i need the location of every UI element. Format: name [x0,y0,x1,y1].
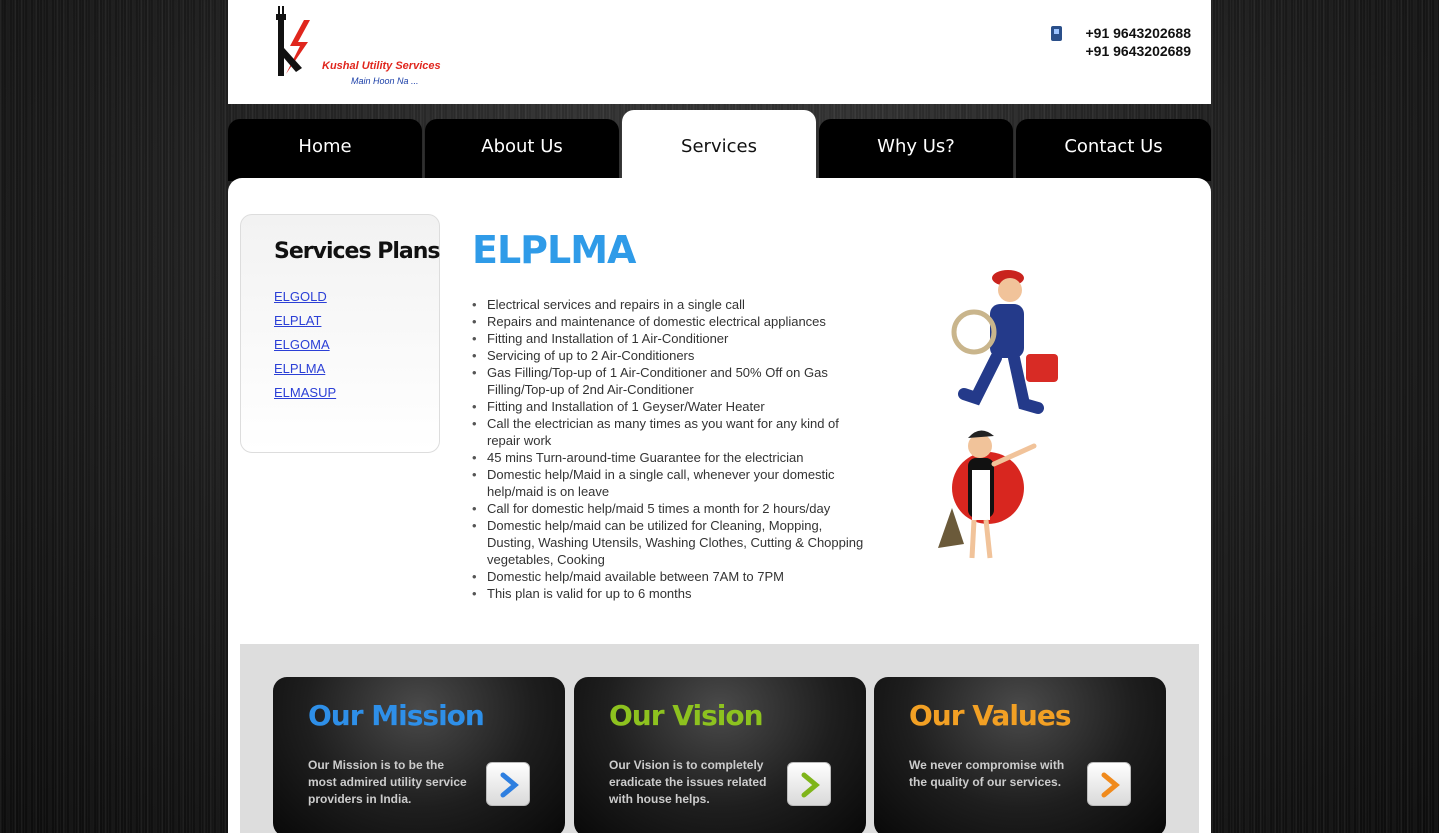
illustrations [918,258,1078,578]
plug-bolt-logo-icon [276,6,310,76]
plan-item-elplat: ELPLAT [274,309,336,333]
feature-item: Fitting and Installation of 1 Air-Condit… [472,330,872,347]
nav-tab-why-us[interactable]: Why Us? [819,119,1013,181]
vision-panel: Our Vision Our Vision is to completely e… [574,677,866,833]
plan-link-elgold[interactable]: ELGOLD [274,289,327,304]
feature-item: 45 mins Turn-around-time Guarantee for t… [472,449,872,466]
feature-item: Domestic help/maid can be utilized for C… [472,517,872,568]
electrician-figure [951,270,1066,414]
logo-tagline: Main Hoon Na ... [351,76,419,86]
plan-details: ELPLMA Electrical services and repairs i… [472,228,872,602]
phone-number-1: +91 9643202688 [1085,25,1192,41]
services-plans-sidebar: Services Plans ELGOLD ELPLAT ELGOMA ELPL… [240,214,440,453]
page-wrapper: Kushal Utility Services Main Hoon Na ...… [228,0,1211,833]
plan-item-elgoma: ELGOMA [274,333,336,357]
nav-tab-contact-us[interactable]: Contact Us [1016,119,1211,181]
feature-item: Servicing of up to 2 Air-Conditioners [472,347,872,364]
feature-item: Fitting and Installation of 1 Geyser/Wat… [472,398,872,415]
vision-title: Our Vision [609,699,764,732]
feature-item: Call for domestic help/maid 5 times a mo… [472,500,872,517]
feature-item: Electrical services and repairs in a sin… [472,296,872,313]
electrician-and-maid-illustration [938,270,1066,559]
plan-title: ELPLMA [472,228,636,272]
feature-item: Domestic help/maid available between 7AM… [472,568,872,585]
feature-item: Domestic help/Maid in a single call, whe… [472,466,872,500]
main-content: Services Plans ELGOLD ELPLAT ELGOMA ELPL… [228,178,1211,833]
values-title: Our Values [909,699,1072,732]
plan-item-elplma: ELPLMA [274,357,336,381]
feature-item: Gas Filling/Top-up of 1 Air-Conditioner … [472,364,872,398]
sidebar-title: Services Plans [274,239,440,264]
nav-tab-home[interactable]: Home [228,119,422,181]
company-logo[interactable]: Kushal Utility Services Main Hoon Na ... [274,6,441,86]
mission-arrow-button[interactable] [486,762,530,806]
values-text: We never compromise with the quality of … [909,758,1065,789]
logo-text: Kushal Utility Services [322,60,441,72]
main-navigation: Home About Us Services Why Us? Contact U… [228,110,1211,181]
feature-item: Repairs and maintenance of domestic elec… [472,313,872,330]
plan-link-elmasup[interactable]: ELMASUP [274,385,336,400]
plan-item-elgold: ELGOLD [274,285,336,309]
mission-title: Our Mission [308,699,485,732]
plans-list: ELGOLD ELPLAT ELGOMA ELPLMA ELMASUP [274,285,336,405]
plan-link-elgoma[interactable]: ELGOMA [274,337,330,352]
mobile-phone-icon [1051,26,1062,41]
chevron-right-icon [500,772,519,798]
chevron-right-icon [1101,772,1120,798]
values-arrow-button[interactable] [1087,762,1131,806]
phone-numbers: +91 9643202688 +91 9643202689 [1086,24,1192,60]
nav-tab-services[interactable]: Services [622,110,816,180]
maid-figure [938,430,1037,559]
plan-item-elmasup: ELMASUP [274,381,336,405]
site-header: Kushal Utility Services Main Hoon Na ...… [228,0,1211,104]
mission-panel: Our Mission Our Mission is to be the mos… [273,677,565,833]
feature-item: Call the electrician as many times as yo… [472,415,872,449]
values-panel: Our Values We never compromise with the … [874,677,1166,833]
vision-arrow-button[interactable] [787,762,831,806]
phone-number-2: +91 9643202689 [1085,43,1192,59]
info-panels-section: Our Mission Our Mission is to be the mos… [240,644,1199,833]
plan-link-elplat[interactable]: ELPLAT [274,313,321,328]
chevron-right-icon [801,772,820,798]
feature-item: This plan is valid for up to 6 months [472,585,872,602]
nav-tab-about-us[interactable]: About Us [425,119,619,181]
vision-text: Our Vision is to completely eradicate th… [609,758,767,806]
plan-link-elplma[interactable]: ELPLMA [274,361,325,376]
plan-features-list: Electrical services and repairs in a sin… [472,296,872,602]
mission-text: Our Mission is to be the most admired ut… [308,758,467,806]
